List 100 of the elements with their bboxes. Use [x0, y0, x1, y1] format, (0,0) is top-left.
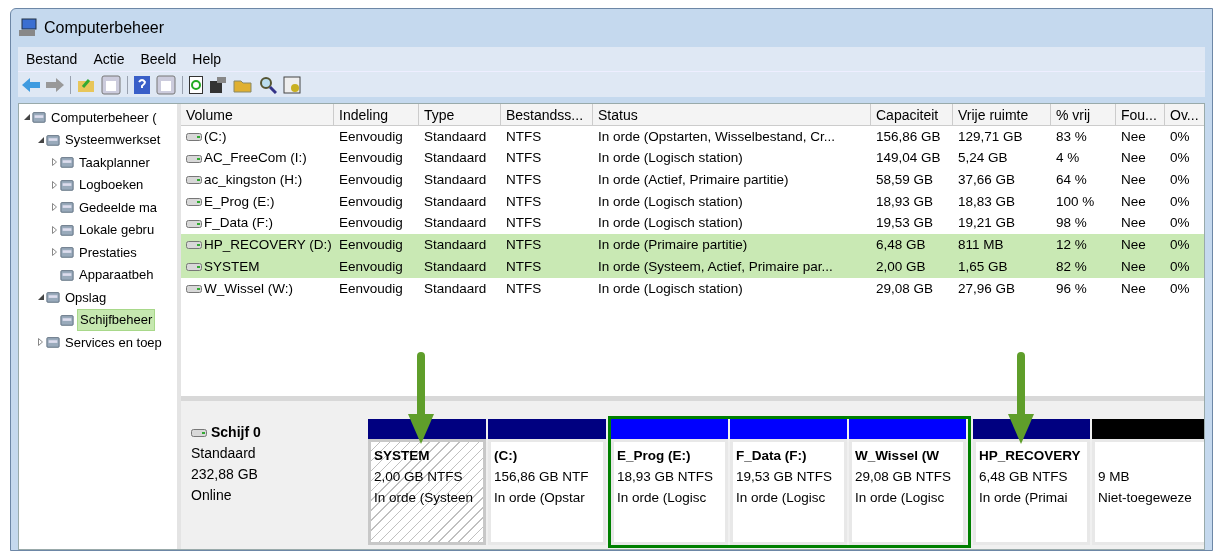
- expand-arrow-icon[interactable]: [52, 248, 57, 257]
- table-cell-text: Standaard: [424, 279, 487, 298]
- tree-item[interactable]: Taakplanner: [77, 152, 152, 172]
- table-cell-text: 149,04 GB: [876, 149, 941, 168]
- table-cell-text: Eenvoudig: [339, 149, 403, 168]
- folder-up-icon[interactable]: [77, 76, 95, 93]
- expand-arrow-icon[interactable]: [38, 338, 43, 347]
- partition-block[interactable]: E_Prog (E:) 18,93 GB NTFS In orde (Logisc: [611, 439, 728, 545]
- table-cell-text: Nee: [1121, 149, 1146, 168]
- tree-item[interactable]: Logboeken: [77, 175, 146, 195]
- computer-icon: [18, 18, 38, 38]
- table-cell-text: 2,00 GB: [876, 257, 926, 276]
- table-row[interactable]: SYSTEM Eenvoudig Standaard NTFS In orde (Systeem, Actief, Primaire par... 2,00 GB 1,65 GB 82 % Nee 0%: [181, 256, 1204, 278]
- table-cell-text: In orde (Primaire partitie): [598, 236, 748, 255]
- expand-arrow-icon[interactable]: [52, 225, 57, 234]
- disk-state: Online: [191, 486, 233, 505]
- collapse-arrow-icon[interactable]: [37, 294, 44, 301]
- tree-item[interactable]: Gedeelde ma: [77, 197, 160, 217]
- refresh-icon[interactable]: [189, 75, 203, 94]
- table-row[interactable]: AC_FreeCom (I:) Eenvoudig Standaard NTFS In orde (Logisch station) 149,04 GB 5,24 GB 4 % Nee 0%: [181, 147, 1204, 170]
- partition-block[interactable]: F_Data (F:) 19,53 GB NTFS In orde (Logisc: [730, 439, 847, 545]
- partition-block[interactable]: W_Wissel (W 29,08 GB NTFS In orde (Logisc: [849, 439, 966, 545]
- column-header[interactable]: Capaciteit: [871, 104, 953, 125]
- drive-icon: [186, 241, 202, 250]
- tree-item[interactable]: Computerbeheer (: [49, 107, 159, 127]
- table-cell-text: E_Prog (E:): [204, 192, 275, 211]
- column-header[interactable]: Fou...: [1116, 104, 1165, 125]
- table-cell-text: 83 %: [1056, 127, 1087, 146]
- column-header[interactable]: Volume: [181, 104, 334, 125]
- help-icon[interactable]: [134, 75, 150, 94]
- menu-item[interactable]: Bestand: [20, 48, 84, 70]
- table-cell-text: 0%: [1170, 149, 1190, 168]
- tree-item[interactable]: Opslag: [63, 287, 109, 307]
- forward-arrow-icon[interactable]: [46, 77, 64, 92]
- menu-item[interactable]: Beeld: [134, 48, 183, 70]
- partition-block[interactable]: HP_RECOVERY 6,48 GB NTFS In orde (Primai: [973, 439, 1090, 545]
- expand-arrow-icon[interactable]: [52, 180, 57, 189]
- table-row[interactable]: E_Prog (E:) Eenvoudig Standaard NTFS In orde (Logisch station) 18,93 GB 18,83 GB 100 % Nee 0%: [181, 191, 1204, 213]
- partition-status: In orde (Logisc: [736, 489, 827, 507]
- partition-size: 9 MB: [1098, 468, 1131, 486]
- magnifier-icon[interactable]: [259, 75, 277, 94]
- column-header[interactable]: Vrije ruimte: [953, 104, 1051, 125]
- table-cell-text: NTFS: [506, 127, 542, 146]
- partition-size: 19,53 GB NTFS: [736, 468, 834, 486]
- table-row[interactable]: F_Data (F:) Eenvoudig Standaard NTFS In orde (Logisch station) 19,53 GB 19,21 GB 98 % Nee 0%: [181, 212, 1204, 235]
- disk-size: 232,88 GB: [191, 465, 259, 484]
- table-cell-text: Eenvoudig: [339, 257, 403, 276]
- collapse-arrow-icon[interactable]: [37, 136, 44, 143]
- column-header[interactable]: Type: [419, 104, 501, 125]
- table-cell-text: 0%: [1170, 127, 1190, 146]
- partition-name: (C:): [494, 447, 519, 465]
- column-header[interactable]: Status: [593, 104, 871, 125]
- column-header[interactable]: Indeling: [334, 104, 419, 125]
- menu-item[interactable]: Help: [186, 48, 228, 70]
- tree-item[interactable]: Services en toep: [63, 332, 164, 352]
- partition-block[interactable]: (C:) 156,86 GB NTF In orde (Opstar: [488, 439, 606, 545]
- panel-icon[interactable]: [156, 74, 176, 95]
- table-cell-text: In orde (Logisch station): [598, 279, 743, 298]
- partition-block[interactable]: SYSTEM 2,00 GB NTFS In orde (Systeen: [368, 439, 486, 545]
- column-header[interactable]: Ov...: [1165, 104, 1204, 125]
- tree-item[interactable]: Apparaatbeh: [77, 265, 156, 285]
- table-row[interactable]: ac_kingston (H:) Eenvoudig Standaard NTFS In orde (Actief, Primaire partitie) 58,59 GB 37,66 GB 64 % Nee 0%: [181, 169, 1204, 192]
- drive-icon: [186, 219, 202, 228]
- tree-item[interactable]: Prestaties: [77, 242, 139, 262]
- table-row[interactable]: HP_RECOVERY (D:) Eenvoudig Standaard NTFS In orde (Primaire partitie) 6,48 GB 811 MB 12 % Nee 0%: [181, 234, 1204, 257]
- partition-name: W_Wissel (W: [855, 447, 940, 465]
- table-cell-text: Eenvoudig: [339, 127, 403, 146]
- tree-item[interactable]: Lokale gebru: [77, 220, 157, 240]
- partition-status: In orde (Primai: [979, 489, 1069, 507]
- table-row[interactable]: (C:) Eenvoudig Standaard NTFS In orde (Opstarten, Wisselbestand, Cr... 156,86 GB 129,71 GB 83 % Nee 0%: [181, 126, 1204, 148]
- tree-item[interactable]: Schijfbeheer: [77, 309, 156, 331]
- table-cell-text: 12 %: [1056, 236, 1087, 255]
- table-cell-text: 129,71 GB: [958, 127, 1023, 146]
- column-header[interactable]: % vrij: [1051, 104, 1116, 125]
- column-header[interactable]: Bestandss...: [501, 104, 593, 125]
- table-cell-text: Nee: [1121, 279, 1146, 298]
- table-cell-text: NTFS: [506, 236, 542, 255]
- partition-name: E_Prog (E:): [617, 447, 692, 465]
- properties-icon[interactable]: [209, 75, 227, 94]
- table-cell-text: Standaard: [424, 257, 487, 276]
- menu-item[interactable]: Actie: [87, 48, 131, 70]
- settings-icon[interactable]: [283, 75, 301, 94]
- table-row[interactable]: W_Wissel (W:) Eenvoudig Standaard NTFS In orde (Logisch station) 29,08 GB 27,96 GB 96 % Nee 0%: [181, 277, 1204, 300]
- expand-arrow-icon[interactable]: [52, 158, 57, 167]
- panel-icon[interactable]: [101, 74, 121, 95]
- table-cell-text: NTFS: [506, 257, 542, 276]
- back-arrow-icon[interactable]: [22, 77, 40, 92]
- table-cell-text: 156,86 GB: [876, 127, 941, 146]
- table-cell-text: 98 %: [1056, 214, 1087, 233]
- tree-item[interactable]: Systeemwerkset: [63, 130, 163, 150]
- table-cell-text: ac_kingston (H:): [204, 171, 303, 190]
- table-cell-text: In orde (Logisch station): [598, 149, 743, 168]
- table-cell-text: Nee: [1121, 236, 1146, 255]
- window-title: Computerbeheer: [44, 18, 165, 38]
- drive-icon: [191, 428, 207, 437]
- partition-name: HP_RECOVERY: [979, 447, 1082, 465]
- expand-arrow-icon[interactable]: [52, 203, 57, 212]
- partition-block[interactable]: 9 MB Niet-toegeweze: [1092, 439, 1204, 545]
- table-cell-text: 0%: [1170, 236, 1190, 255]
- collapse-arrow-icon[interactable]: [23, 114, 30, 121]
